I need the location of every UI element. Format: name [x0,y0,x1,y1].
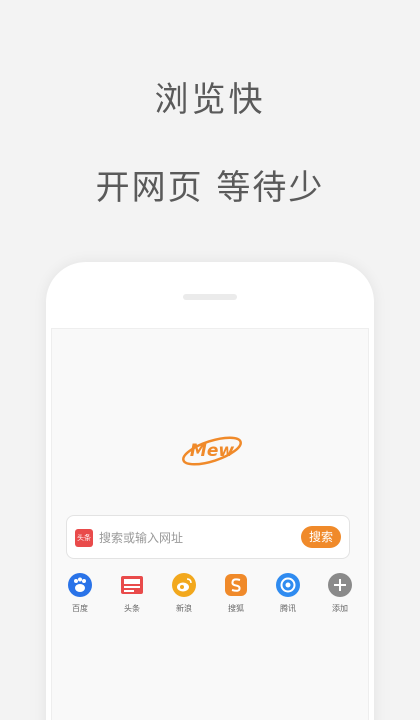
shortcut-label: 新浪 [176,604,192,613]
toutiao-icon [121,576,143,594]
sohu-icon [225,574,247,596]
shortcut-label: 百度 [72,604,88,613]
shortcut-sina[interactable]: 新浪 [159,573,209,614]
shortcut-add[interactable]: 添加 [315,573,365,614]
headline-line1: 浏览快 [154,80,266,120]
plus-icon [328,573,352,597]
mew-logo: Mew [182,436,242,466]
shortcut-label: 搜狐 [228,604,244,613]
weibo-icon [172,573,196,597]
shortcut-label: 头条 [124,604,140,613]
tencent-icon [276,573,300,597]
shortcut-grid: 百度 头条 新浪 搜狐 腾讯 添加 [52,573,370,623]
shortcut-baidu[interactable]: 百度 [55,573,105,614]
shortcut-tencent[interactable]: 腾讯 [263,573,313,614]
shortcut-sohu[interactable]: 搜狐 [211,573,261,614]
search-bar[interactable]: 头条 搜索或输入网址 搜索 [66,515,350,559]
paw-icon [68,573,92,597]
phone-screen: Mew 头条 搜索或输入网址 搜索 百度 头条 新浪 搜狐 腾讯 添加 [51,328,369,720]
headline-line2: 开网页 等待少 [95,168,325,208]
logo-text: Mew [190,441,234,461]
phone-speaker [183,294,237,300]
shortcut-label: 腾讯 [280,604,296,613]
shortcut-toutiao[interactable]: 头条 [107,573,157,614]
phone-frame: Mew 头条 搜索或输入网址 搜索 百度 头条 新浪 搜狐 腾讯 添加 [46,262,374,720]
search-button[interactable]: 搜索 [301,526,341,548]
search-input[interactable]: 搜索或输入网址 [99,529,183,546]
shortcut-label: 添加 [332,604,348,613]
toutiao-badge-icon: 头条 [75,529,93,547]
